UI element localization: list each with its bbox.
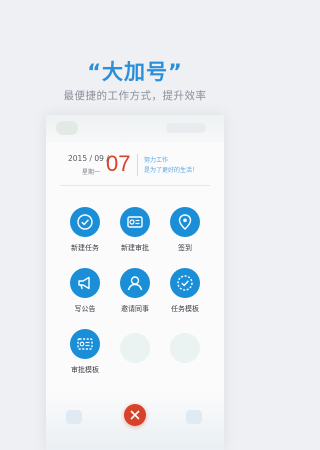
date-year-month: 2015 / 09 / [68,154,109,163]
approval-card-icon [120,207,150,237]
date-divider [137,154,138,176]
close-button[interactable] [124,404,146,426]
invite-colleague-label: 邀请同事 [121,305,149,313]
new-task-label: 新建任务 [71,244,99,252]
dashed-check-icon [170,268,200,298]
invite-colleague-button[interactable]: 邀请同事 [110,268,160,314]
date-day: 07 [106,151,131,176]
location-pin-icon [170,207,200,237]
new-task-button[interactable]: 新建任务 [60,207,110,253]
write-announcement-label: 写公告 [74,305,96,313]
faded-placeholder [170,333,200,363]
task-template-button[interactable]: 任务模板 [160,268,210,314]
megaphone-icon [70,268,100,298]
approval-template-label: 审批模板 [71,366,99,374]
check-in-button[interactable]: 签到 [160,207,210,253]
check-circle-icon [70,207,100,237]
approval-template-button[interactable]: 审批模板 [60,329,110,375]
date-weekday: 星期一 [82,169,101,176]
check-in-label: 签到 [178,244,192,252]
dashed-card-icon [70,329,100,359]
faded-placeholder [120,333,150,363]
motto-line-2: 是为了更好的生活！ [144,167,199,174]
date-header: 2015 / 09 / 星期一 07 努力工作 是为了更好的生活！ [46,151,224,179]
task-template-label: 任务模板 [171,305,199,313]
close-icon [130,410,140,420]
page-subtitle: 最便捷的工作方式，提升效率 [63,90,207,102]
person-icon [120,268,150,298]
new-approval-button[interactable]: 新建审批 [110,207,160,253]
blurred-status-bar [46,115,224,143]
write-announcement-button[interactable]: 写公告 [60,268,110,314]
motto-line-1: 努力工作 [144,157,169,164]
page-title: “大加号” [87,60,183,84]
new-approval-label: 新建审批 [121,244,149,252]
divider [60,185,210,186]
